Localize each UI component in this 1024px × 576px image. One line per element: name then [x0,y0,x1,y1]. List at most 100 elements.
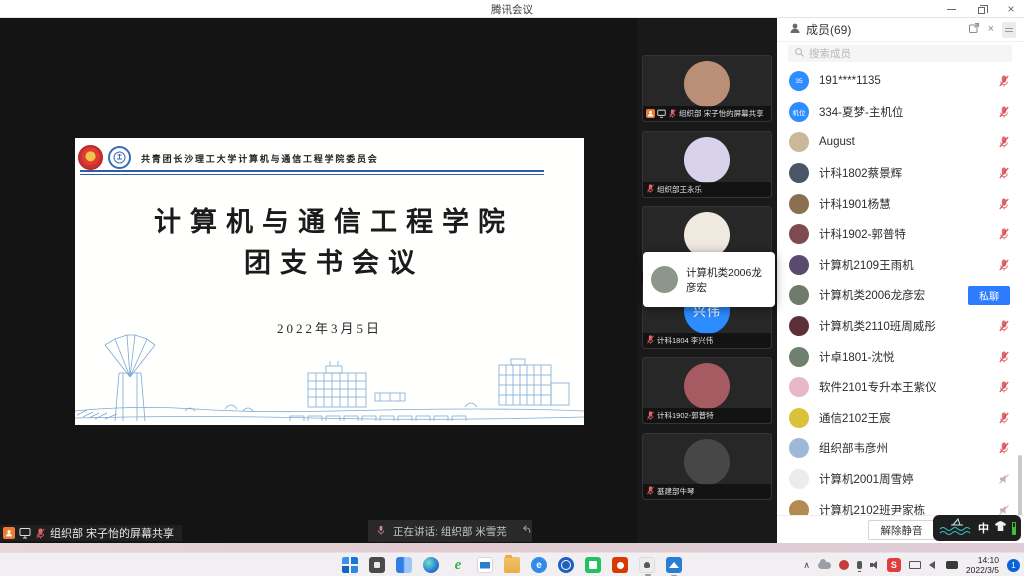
mic-muted-icon[interactable] [998,198,1010,210]
taskview-icon[interactable] [396,557,412,573]
mic-tray-icon[interactable] [857,561,862,569]
member-row[interactable]: August [777,127,1024,158]
mic-muted-icon[interactable] [998,106,1010,118]
office-icon[interactable] [612,557,628,573]
clock-icon[interactable] [558,557,574,573]
screen-share-icon [19,527,31,539]
phone-audio-muted-icon[interactable] [998,504,1010,516]
member-name: 计算机2001周雪婷 [819,471,998,487]
screen-share-status: 组织部 宋子怡的屏幕共享 [0,525,182,541]
video-tile[interactable]: 基建部牛琴 [642,433,772,500]
member-tooltip: 计算机类2006龙彦宏 [643,252,775,307]
search-icon[interactable] [369,557,385,573]
tile-name: 计科1804 李兴伟 [657,335,713,346]
search-input[interactable] [809,48,1006,60]
explorer-icon[interactable] [504,557,520,573]
member-row[interactable]: 计算机2001周雪婷 [777,464,1024,495]
main-stage[interactable]: 共青团长沙理工大学计算机与通信工程学院委员会 计算机与通信工程学院 团支书会议 … [0,18,637,543]
close-panel-icon[interactable]: × [988,24,994,35]
panel-menu-icon[interactable] [1002,22,1016,38]
chevron-tray-icon[interactable]: ∧ [803,560,810,571]
member-avatar [789,377,809,397]
member-row[interactable]: 通信2102王宸 [777,403,1024,434]
member-name: 计卓1801-沈悦 [819,349,998,365]
reply-arrow-icon[interactable] [521,522,532,540]
member-avatar [789,285,809,305]
meeting-icon[interactable] [639,557,655,573]
mic-muted-icon[interactable] [998,167,1010,179]
reddot-tray-icon[interactable] [839,560,849,570]
video-tile[interactable]: 计科1902-郭普特 [642,357,772,424]
member-row[interactable]: 计科1802蔡景辉 [777,158,1024,189]
private-chat-button[interactable]: 私聊 [968,286,1010,305]
unmute-button[interactable]: 解除静音 [868,520,935,540]
edge-icon[interactable] [423,557,439,573]
cloud-tray-icon[interactable] [818,562,831,569]
taskbar-clock[interactable]: 14:10 2022/3/5 [966,555,999,575]
wechat-icon[interactable] [585,557,601,573]
mic-muted-icon[interactable] [998,136,1010,148]
college-logo [108,146,131,169]
phone-audio-muted-icon[interactable] [998,473,1010,485]
popout-panel-icon[interactable] [968,21,980,39]
member-name: 191****1135 [819,75,998,87]
member-avatar [789,469,809,489]
mic-muted-icon[interactable] [998,75,1010,87]
mic-muted-icon[interactable] [998,381,1010,393]
mic-muted-icon[interactable] [998,228,1010,240]
ie-icon[interactable]: e [450,557,466,573]
video-tile[interactable]: 组织部王永乐 [642,131,772,198]
members-scrollbar[interactable] [1018,455,1022,517]
slide-divider [80,170,544,175]
video-tile[interactable]: 组织部 宋子怡的屏幕共享 [642,55,772,122]
close-button[interactable]: × [1004,2,1018,16]
minimize-button[interactable] [944,2,958,16]
tile-label: 计科1902-郭普特 [643,408,771,423]
title-bar[interactable]: 腾讯会议 × [0,0,1024,18]
member-avatar [789,408,809,428]
mic-muted-icon[interactable] [998,412,1010,424]
mic-muted-icon[interactable] [998,320,1010,332]
ime-toolbar[interactable]: 中 [933,515,1021,541]
photos-icon[interactable] [666,557,682,573]
mic-muted-icon[interactable] [998,259,1010,271]
mail-icon[interactable] [477,557,493,573]
member-row[interactable]: 计算机2109王雨机 [777,250,1024,281]
speaker-tray-icon[interactable] [870,561,879,569]
participant-avatar [684,137,730,183]
participant-avatar [684,439,730,485]
member-row[interactable]: 组织部韦彦州 [777,433,1024,464]
member-avatar [789,316,809,336]
member-row[interactable]: 计算机类2006龙彦宏 私聊 [777,280,1024,311]
minimize-icon [947,9,956,10]
member-row[interactable]: 软件2101专升本王紫仪 [777,372,1024,403]
member-row[interactable]: 机位 334-夏梦-主机位 [777,97,1024,128]
restore-button[interactable] [974,2,988,16]
member-row[interactable]: 35 191****1135 [777,66,1024,97]
presenter-icon [3,527,15,539]
sogou-tray-icon[interactable]: S [887,558,901,572]
members-header: 成员(69) × [777,18,1024,42]
notification-badge[interactable]: 1 [1007,559,1020,572]
member-name: 计算机类2006龙彦宏 [819,287,968,303]
qqbrowser-icon[interactable]: e [531,557,547,573]
member-row[interactable]: 计卓1801-沈悦 [777,341,1024,372]
ime-language-indicator[interactable]: 中 [978,520,989,536]
start-icon[interactable] [342,557,358,573]
member-row[interactable]: 计科1901杨慧 [777,188,1024,219]
member-row[interactable]: 计科1902-郭普特 [777,219,1024,250]
camera-tray-icon[interactable] [946,561,958,569]
cast-tray-icon[interactable] [909,561,921,569]
tooltip-avatar [651,266,678,293]
member-search-box[interactable] [788,45,1012,62]
ime-skin-icon[interactable] [994,519,1007,537]
mic-muted-icon [646,180,655,198]
mic-muted-icon[interactable] [998,442,1010,454]
mic-muted-icon [646,482,655,500]
volume-tray-icon[interactable] [929,561,938,569]
member-row[interactable]: 计算机类2110班周威彤 [777,311,1024,342]
mic-muted-icon[interactable] [998,351,1010,363]
slide-title-line1: 计算机与通信工程学院 [84,202,584,243]
member-name: 计科1901杨慧 [819,196,998,212]
member-name: August [819,136,998,148]
